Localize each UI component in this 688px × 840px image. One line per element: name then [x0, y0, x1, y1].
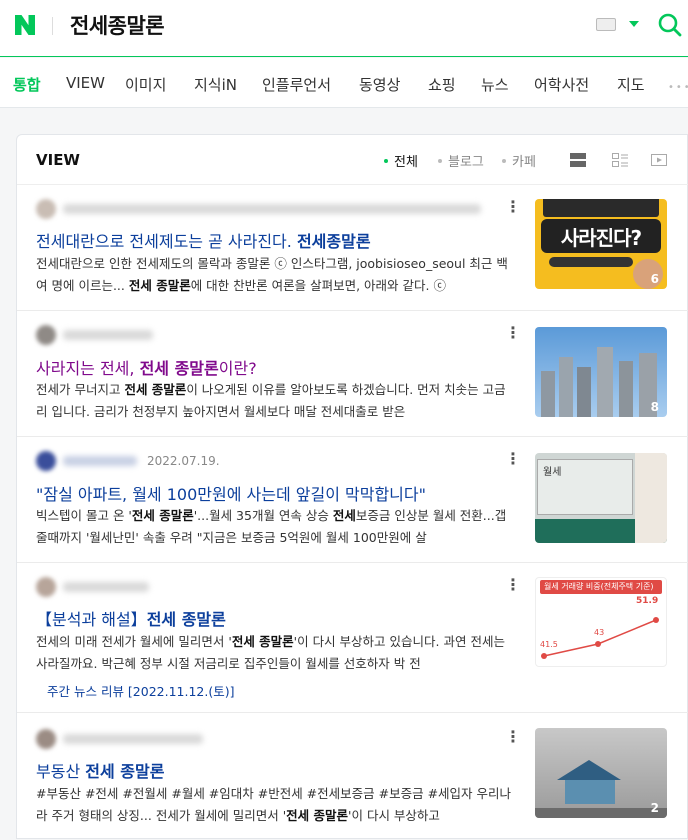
thumb-text: 월세: [543, 467, 562, 478]
search-tabs: 통합 VIEW 이미지 지식iN 인플루언서 동영상 쇼핑 뉴스 어학사전 지도…: [0, 58, 688, 108]
image-count: 6: [650, 272, 659, 286]
result-title[interactable]: 부동산 전세 종말론: [36, 758, 516, 782]
tab-view[interactable]: VIEW: [66, 74, 105, 92]
tab-kin[interactable]: 지식iN: [194, 74, 237, 95]
author-avatar[interactable]: [36, 577, 56, 597]
result-title[interactable]: "잠실 아파트, 월세 100만원에 사는데 앞길이 막막합니다": [36, 481, 516, 505]
filter-cafe[interactable]: 카페: [502, 151, 536, 170]
image-count: 2: [650, 801, 659, 815]
result-item: ⋮ 전세대란으로 전세제도는 곧 사라진다. 전세종말론 전세대란으로 인한 전…: [17, 185, 688, 311]
filter-dot-icon: [502, 158, 506, 163]
thumb-ground: [535, 808, 667, 818]
result-title[interactable]: 【분석과 해설】전세 종말론: [36, 606, 516, 630]
filter-dot-icon: [438, 158, 442, 163]
filter-all[interactable]: 전체: [384, 151, 418, 170]
more-options-icon[interactable]: ⋮: [505, 451, 521, 467]
title-highlight: 전세 종말론: [139, 359, 219, 378]
thumb-building: [577, 367, 591, 417]
detail-view-icon[interactable]: [612, 153, 628, 167]
section-title: VIEW: [36, 151, 80, 169]
more-tabs-icon[interactable]: •••: [668, 82, 688, 93]
author-meta-blurred: [63, 734, 203, 744]
result-item: ⋮ 부동산 전세 종말론 #부동산 #전세 #전월세 #월세 #임대차 #반전세…: [17, 713, 688, 840]
thumb-value: 41.5: [540, 640, 558, 649]
keyboard-icon[interactable]: [596, 18, 616, 31]
more-options-icon[interactable]: ⋮: [505, 199, 521, 215]
thumb-caption-bar: [549, 257, 633, 267]
thumb-house: [565, 778, 615, 804]
result-thumbnail[interactable]: 2: [535, 728, 667, 818]
title-text: 부동산: [36, 762, 86, 781]
thumb-building: [597, 347, 613, 417]
naver-logo-icon[interactable]: [13, 13, 37, 37]
search-icon[interactable]: [657, 12, 683, 38]
title-text: 이란?: [218, 359, 257, 378]
result-item: 2022.07.19. ⋮ "잠실 아파트, 월세 100만원에 사는데 앞길이…: [17, 437, 688, 563]
filter-label: 카페: [512, 155, 536, 170]
result-item: ⋮ 【분석과 해설】전세 종말론 전세의 미래 전세가 월세에 밀리면서 '전세…: [17, 563, 688, 713]
filter-label: 블로그: [448, 155, 484, 170]
thumb-value: 43: [594, 628, 605, 637]
thumb-roof: [557, 760, 621, 780]
result-thumbnail[interactable]: 월세 거래량 비중(전체주택 기준) 41.5 43 51.9: [535, 577, 667, 667]
tab-images[interactable]: 이미지: [125, 74, 166, 95]
result-description: 빅스텝이 몰고 온 '전세 종말론'...월세 35개월 연속 상승 전세보증금…: [36, 508, 507, 545]
thumb-building: [619, 361, 633, 417]
thumb-text: 사라진다?: [560, 226, 642, 250]
search-query-input[interactable]: 전세종말론: [70, 10, 165, 40]
author-avatar[interactable]: [36, 729, 56, 749]
video-view-icon[interactable]: [651, 153, 667, 167]
image-count: 8: [650, 400, 659, 414]
result-description: 전세의 미래 전세가 월세에 밀리면서 '전세 종말론'이 다시 부상하고 있습…: [36, 634, 505, 671]
thumb-person: [635, 453, 667, 543]
tab-news[interactable]: 뉴스: [481, 74, 509, 95]
title-text: 【분석과 해설】: [36, 610, 147, 629]
result-description: 전세대란으로 인한 전세제도의 몰락과 종말론 ⓒ 인스타그램, joobisi…: [36, 256, 508, 293]
thumb-value: 51.9: [636, 596, 659, 606]
result-description: 전세가 무너지고 전세 종말론이 나오게된 이유를 알아보도록 하겠습니다. 먼…: [36, 382, 506, 419]
list-view-icon[interactable]: [570, 153, 586, 167]
result-thumbnail[interactable]: 8: [535, 327, 667, 417]
post-date: 2022.07.19.: [147, 454, 220, 468]
author-avatar[interactable]: [36, 199, 56, 219]
result-title[interactable]: 전세대란으로 전세제도는 곧 사라진다. 전세종말론: [36, 228, 516, 252]
filter-blog[interactable]: 블로그: [438, 151, 484, 170]
author-meta-blurred: [63, 582, 149, 592]
more-options-icon[interactable]: ⋮: [505, 577, 521, 593]
result-title[interactable]: 사라지는 전세, 전세 종말론이란?: [36, 355, 516, 379]
search-header: 전세종말론: [0, 0, 688, 57]
tab-all[interactable]: 통합: [13, 74, 41, 95]
result-item: ⋮ 사라지는 전세, 전세 종말론이란? 전세가 무너지고 전세 종말론이 나오…: [17, 311, 688, 437]
filter-dot-icon: [384, 158, 388, 163]
author-meta-blurred: [63, 330, 153, 340]
result-thumbnail[interactable]: 월세: [535, 453, 667, 543]
tab-influencer[interactable]: 인플루언서: [262, 74, 331, 95]
author-avatar[interactable]: [36, 325, 56, 345]
more-options-icon[interactable]: ⋮: [505, 325, 521, 341]
title-text: 사라지는 전세,: [36, 359, 140, 378]
title-highlight: 전세 종말론: [85, 762, 165, 781]
result-thumbnail[interactable]: 사라진다? 6: [535, 199, 667, 289]
title-highlight: 전세 종말론: [146, 610, 226, 629]
tab-dictionary[interactable]: 어학사전: [534, 74, 589, 95]
title-highlight: 전세종말론: [296, 232, 371, 251]
thumb-building: [559, 357, 573, 417]
view-section: VIEW 전체 블로그 카페 ⋮ 전세대란으로 전세제도는 곧 사라진다. 전세…: [16, 134, 688, 839]
tab-video[interactable]: 동영상: [359, 74, 400, 95]
author-meta-blurred: [63, 456, 137, 466]
header-divider: [52, 17, 53, 35]
thumb-building: [541, 371, 555, 417]
filter-label: 전체: [394, 155, 418, 170]
more-options-icon[interactable]: ⋮: [505, 729, 521, 745]
result-description: #부동산 #전세 #전월세 #월세 #임대차 #반전세 #전세보증금 #보증금 …: [36, 786, 512, 823]
author-meta-blurred: [63, 204, 481, 214]
author-avatar[interactable]: [36, 451, 56, 471]
dropdown-arrow-icon[interactable]: [629, 21, 639, 27]
thumb-caption: 월세 거래량 비중(전체주택 기준): [544, 582, 654, 591]
source-link[interactable]: 주간 뉴스 리뷰 [2022.11.12.(토)]: [47, 681, 234, 700]
tab-shopping[interactable]: 쇼핑: [428, 74, 456, 95]
title-text: 전세대란으로 전세제도는 곧 사라진다.: [36, 232, 297, 251]
tab-map[interactable]: 지도: [617, 74, 645, 95]
thumb-banner: [543, 199, 659, 217]
